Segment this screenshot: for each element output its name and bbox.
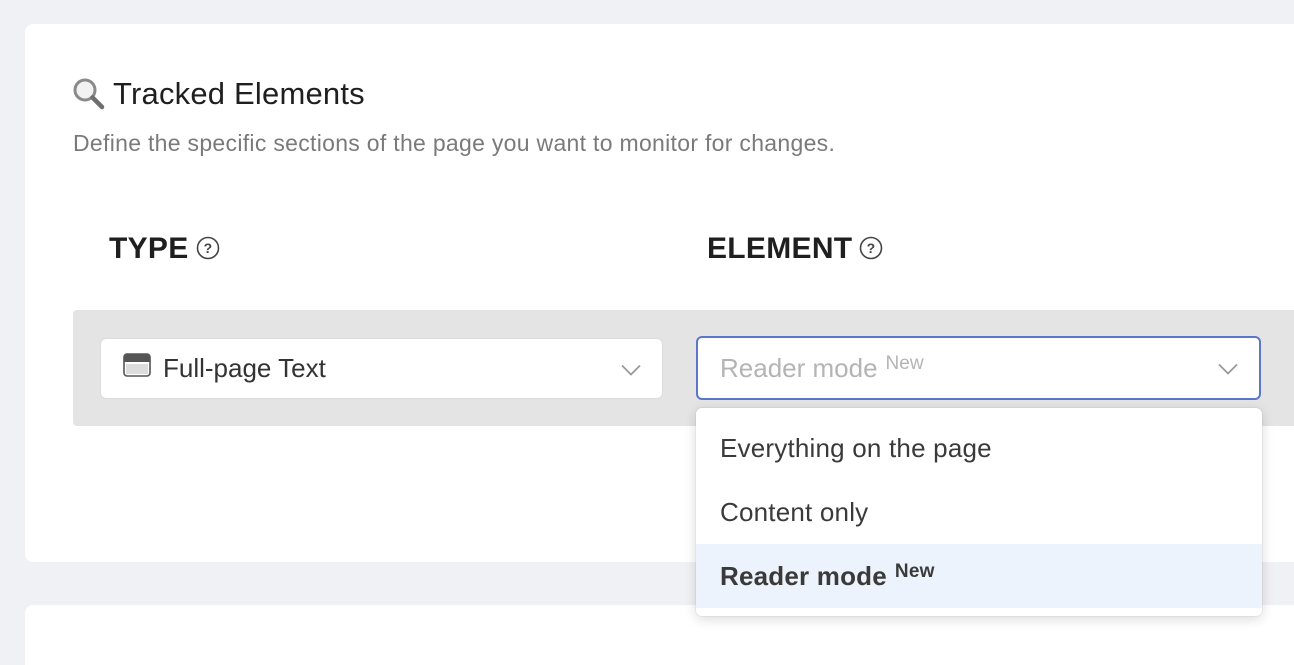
browser-window-icon (123, 353, 151, 384)
section-title: Tracked Elements (113, 76, 365, 111)
chevron-down-icon (1217, 353, 1239, 384)
element-dropdown-menu: Everything on the page Content only Read… (696, 408, 1262, 616)
new-badge: New (885, 353, 924, 374)
section-header: Tracked Elements (71, 76, 365, 112)
svg-text:?: ? (203, 240, 212, 256)
option-label: Content only (720, 496, 869, 527)
question-circle-icon[interactable]: ? (196, 234, 220, 268)
question-circle-icon[interactable]: ? (859, 234, 883, 268)
section-description: Define the specific sections of the page… (73, 130, 836, 156)
svg-text:?: ? (867, 240, 876, 256)
element-column-label: ELEMENT (707, 232, 853, 265)
type-column-header: TYPE ? (109, 230, 220, 268)
element-column-header: ELEMENT ? (707, 230, 883, 268)
new-badge: New (894, 561, 935, 582)
element-select[interactable]: Reader mode New (696, 336, 1261, 400)
type-select[interactable]: Full-page Text (100, 338, 663, 399)
option-content-only[interactable]: Content only (696, 480, 1262, 544)
option-everything-on-page[interactable]: Everything on the page (696, 416, 1262, 480)
option-label: Everything on the page (720, 432, 992, 463)
search-icon (71, 76, 107, 112)
element-select-placeholder: Reader mode (720, 352, 878, 383)
option-reader-mode[interactable]: Reader mode New (696, 544, 1262, 608)
chevron-down-icon (620, 353, 642, 384)
type-column-label: TYPE (109, 232, 189, 265)
option-label: Reader mode (720, 560, 887, 591)
type-select-value: Full-page Text (163, 353, 326, 383)
